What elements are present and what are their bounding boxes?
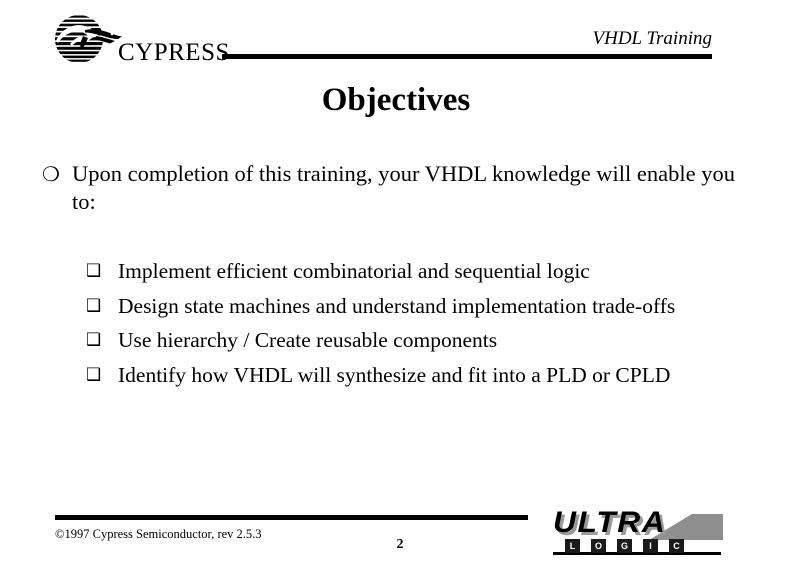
logic-letter-box: I — [643, 539, 658, 553]
ultra-wordmark: ULTRA — [553, 506, 667, 539]
footer-divider-rule — [55, 515, 528, 520]
logic-letter-box: O — [591, 539, 606, 553]
list-item: ❑ Design state machines and understand i… — [0, 289, 792, 324]
ultra-logic-logo: ULTRA ULTRA L O G I C — [553, 508, 723, 556]
list-item: ❍ Upon completion of this training, your… — [0, 160, 792, 216]
sub-bullet-list: ❑ Implement efficient combinatorial and … — [0, 254, 792, 392]
page-number: 2 — [396, 537, 404, 552]
hollow-square-bullet-icon: ❑ — [86, 295, 102, 316]
logic-letter-box: C — [669, 539, 684, 553]
list-item-label: Implement efficient combinatorial and se… — [118, 259, 590, 283]
hollow-circle-bullet-icon: ❍ — [42, 162, 60, 186]
list-item: ❑ Identify how VHDL will synthesize and … — [0, 358, 792, 393]
hollow-square-bullet-icon: ❑ — [86, 261, 102, 281]
list-item: ❑ Use hierarchy / Create reusable compon… — [0, 323, 792, 358]
list-item-label: Design state machines and understand imp… — [118, 293, 676, 318]
course-title-header: VHDL Training — [592, 28, 713, 49]
list-item-label: Identify how VHDL will synthesize and fi… — [118, 362, 671, 387]
logic-letter-box: G — [617, 539, 632, 553]
page-title: Objectives — [321, 82, 471, 118]
cypress-logo: CYPRESS — [52, 14, 229, 66]
slide-canvas: CYPRESS VHDL Training Objectives ❍ Upon … — [0, 0, 792, 562]
logic-letter-box: L — [565, 539, 580, 553]
list-item: ❑ Implement efficient combinatorial and … — [0, 254, 792, 289]
cypress-wordmark: CYPRESS — [118, 39, 230, 66]
hollow-square-bullet-icon: ❑ — [86, 330, 102, 350]
copyright-notice: ©1997 Cypress Semiconductor, rev 2.5.3 — [55, 527, 262, 541]
hollow-square-bullet-icon: ❑ — [86, 364, 102, 385]
slide-body: ❍ Upon completion of this training, your… — [0, 160, 792, 392]
list-item-label: Upon completion of this training, your V… — [72, 161, 736, 214]
header-divider-rule — [222, 54, 712, 59]
logic-letter-boxes: L O G I C — [565, 539, 684, 553]
list-item-label: Use hierarchy / Create reusable componen… — [118, 328, 498, 352]
